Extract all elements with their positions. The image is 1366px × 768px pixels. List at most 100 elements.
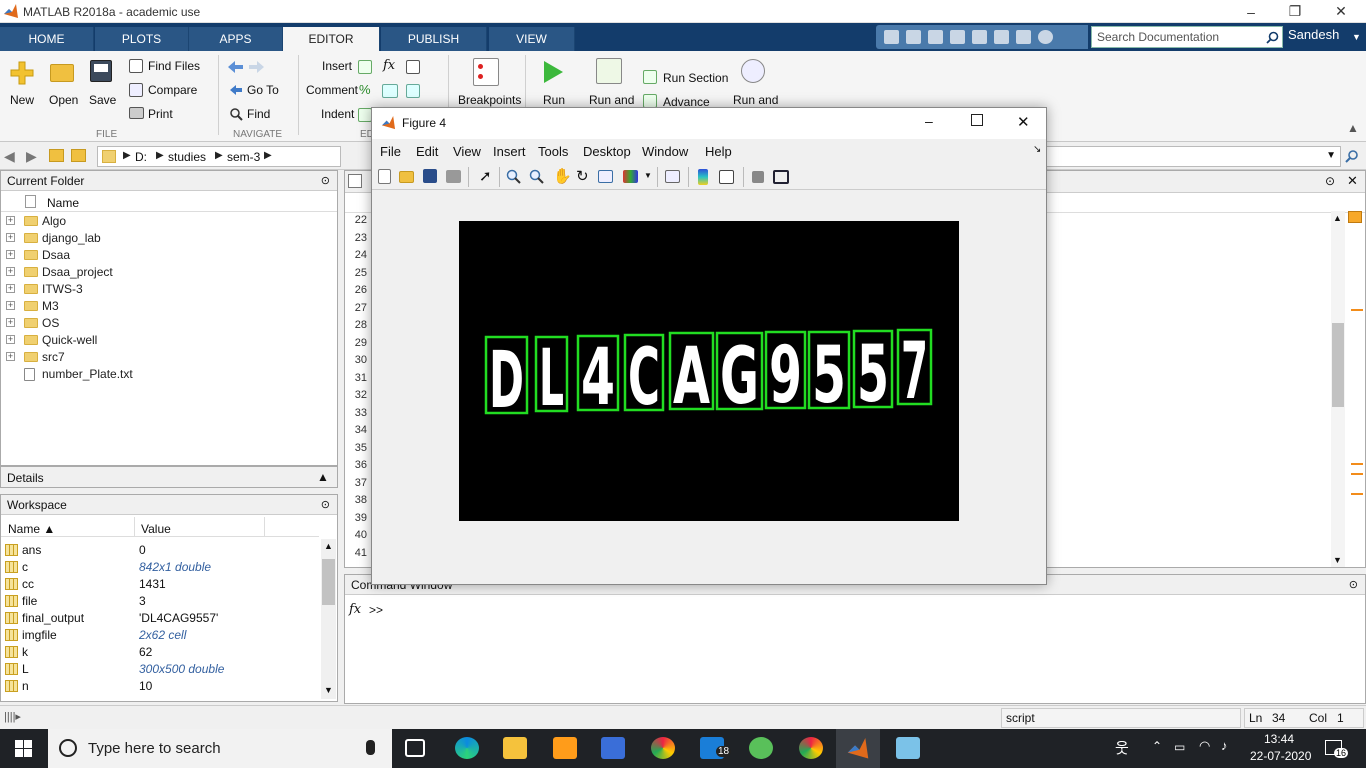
- list-item[interactable]: + Dsaa_project: [1, 264, 331, 281]
- breadcrumb-studies[interactable]: studies: [168, 150, 206, 164]
- close-editor-icon[interactable]: ✕: [1347, 173, 1358, 189]
- brush-dropdown-icon[interactable]: ▼: [644, 171, 652, 180]
- panel-options-icon[interactable]: ⊙: [321, 174, 330, 187]
- list-item[interactable]: + django_lab: [1, 230, 331, 247]
- back-arrow-icon[interactable]: [226, 59, 266, 75]
- rotate-3d-icon[interactable]: ↻: [576, 167, 589, 185]
- browse-folder-icon[interactable]: [71, 149, 86, 162]
- print-button[interactable]: Print: [148, 107, 173, 121]
- breakpoints-button[interactable]: Breakpoints: [458, 93, 521, 107]
- table-row[interactable]: final_output 'DL4CAG9557': [2, 610, 320, 627]
- run-icon[interactable]: [541, 59, 565, 85]
- table-row[interactable]: k 62: [2, 644, 320, 661]
- clock-time[interactable]: 13:44: [1264, 732, 1294, 746]
- restore-button[interactable]: ❐: [1272, 0, 1318, 23]
- taskbar-search-box[interactable]: Type here to search: [48, 729, 392, 768]
- tab-editor[interactable]: EDITOR: [283, 27, 380, 51]
- menu-tools[interactable]: Tools: [538, 144, 568, 159]
- chevron-up-icon[interactable]: ▲: [317, 470, 329, 484]
- resize-grip-icon[interactable]: ||||▸: [4, 710, 21, 723]
- switch-windows-icon[interactable]: [1016, 30, 1031, 44]
- run-and-advance-icon[interactable]: [596, 58, 622, 84]
- expand-icon[interactable]: +: [6, 267, 15, 276]
- tab-apps[interactable]: APPS: [189, 27, 283, 51]
- table-row[interactable]: n 10: [2, 678, 320, 695]
- expand-icon[interactable]: +: [6, 250, 15, 259]
- expand-icon[interactable]: +: [6, 352, 15, 361]
- column-header[interactable]: Name: [1, 192, 337, 212]
- chevron-up-icon[interactable]: ⌃: [1152, 739, 1162, 753]
- figure-close-button[interactable]: ✕: [1017, 113, 1030, 131]
- help-icon[interactable]: [1038, 30, 1053, 44]
- menu-help[interactable]: Help: [705, 144, 732, 159]
- table-row[interactable]: imgfile 2x62 cell: [2, 627, 320, 644]
- wrap-comment-icon[interactable]: [406, 84, 420, 98]
- table-row[interactable]: cc 1431: [2, 576, 320, 593]
- run-and-time-icon[interactable]: [741, 59, 765, 83]
- android-studio-icon[interactable]: [749, 737, 773, 759]
- dock-arrow-icon[interactable]: ↘: [1033, 144, 1041, 155]
- list-item[interactable]: + src7: [1, 349, 331, 366]
- insert-section-icon[interactable]: [358, 60, 372, 74]
- back-icon[interactable]: ◀: [4, 148, 15, 165]
- expand-icon[interactable]: +: [6, 335, 15, 344]
- tab-publish[interactable]: PUBLISH: [381, 27, 487, 51]
- sublime-text-icon[interactable]: [553, 737, 577, 759]
- table-row[interactable]: file 3: [2, 593, 320, 610]
- tab-view[interactable]: VIEW: [489, 27, 575, 51]
- legend-icon[interactable]: [719, 170, 734, 184]
- path-field[interactable]: ▶ D: ▶ studies ▶ sem-3 ▶: [97, 146, 341, 167]
- find-files-button[interactable]: Find Files: [148, 59, 200, 73]
- run-section-button[interactable]: Run Section: [663, 71, 728, 85]
- list-item[interactable]: + OS: [1, 315, 331, 332]
- microsoft-store-icon[interactable]: [601, 737, 625, 759]
- uncomment-icon[interactable]: [382, 84, 398, 98]
- chrome-icon[interactable]: [651, 737, 675, 759]
- tab-plots[interactable]: PLOTS: [95, 27, 189, 51]
- minimize-button[interactable]: –: [1228, 0, 1274, 23]
- panel-options-icon[interactable]: ⊙: [321, 498, 330, 511]
- up-folder-icon[interactable]: [49, 149, 64, 162]
- list-item[interactable]: + Dsaa: [1, 247, 331, 264]
- zoom-out-icon[interactable]: [529, 169, 545, 185]
- search-documentation-input[interactable]: Search Documentation: [1091, 26, 1283, 48]
- code-analyzer-warning-icon[interactable]: [1348, 211, 1362, 223]
- breadcrumb-d[interactable]: D:: [135, 150, 147, 164]
- wifi-icon[interactable]: ◠: [1199, 738, 1210, 754]
- comment-percent-icon[interactable]: %: [359, 82, 371, 97]
- windows-start-icon[interactable]: [15, 740, 32, 757]
- forward-icon[interactable]: ▶: [26, 148, 37, 165]
- find-button[interactable]: Find: [247, 107, 270, 121]
- figure-minimize-button[interactable]: –: [925, 113, 933, 129]
- menu-edit[interactable]: Edit: [416, 144, 438, 159]
- run-and-advance-button[interactable]: Run and: [589, 93, 634, 107]
- menu-insert[interactable]: Insert: [493, 144, 526, 159]
- chrome-profile-icon[interactable]: [799, 737, 823, 759]
- show-plot-tools-icon[interactable]: [773, 170, 789, 184]
- menu-window[interactable]: Window: [642, 144, 688, 159]
- expand-icon[interactable]: +: [6, 318, 15, 327]
- breadcrumb-sem-3[interactable]: sem-3: [227, 150, 260, 164]
- go-to-button[interactable]: Go To: [247, 83, 279, 97]
- table-row[interactable]: L 300x500 double: [2, 661, 320, 678]
- expand-icon[interactable]: +: [6, 216, 15, 225]
- people-icon[interactable]: 웃: [1115, 737, 1129, 758]
- undo-icon[interactable]: [972, 30, 987, 44]
- command-prompt[interactable]: >>: [369, 603, 383, 617]
- breakpoints-icon[interactable]: [473, 58, 499, 86]
- volume-icon[interactable]: ♪: [1221, 738, 1228, 753]
- figure-maximize-button[interactable]: [971, 114, 983, 126]
- run-and-time-button[interactable]: Run and: [733, 93, 778, 107]
- fx-icon[interactable]: fx: [349, 602, 361, 617]
- save-icon[interactable]: [884, 30, 899, 44]
- menu-desktop[interactable]: Desktop: [583, 144, 631, 159]
- open-button[interactable]: Open: [49, 93, 78, 107]
- indent-icon[interactable]: [358, 108, 372, 122]
- path-field-extension[interactable]: ▼: [1046, 146, 1341, 167]
- new-icon[interactable]: [9, 60, 35, 86]
- hide-plot-tools-icon[interactable]: [752, 171, 764, 183]
- tab-home[interactable]: HOME: [0, 27, 94, 51]
- table-row[interactable]: c 842x1 double: [2, 559, 320, 576]
- save-figure-icon[interactable]: [423, 169, 437, 183]
- column-name[interactable]: Name: [47, 196, 79, 210]
